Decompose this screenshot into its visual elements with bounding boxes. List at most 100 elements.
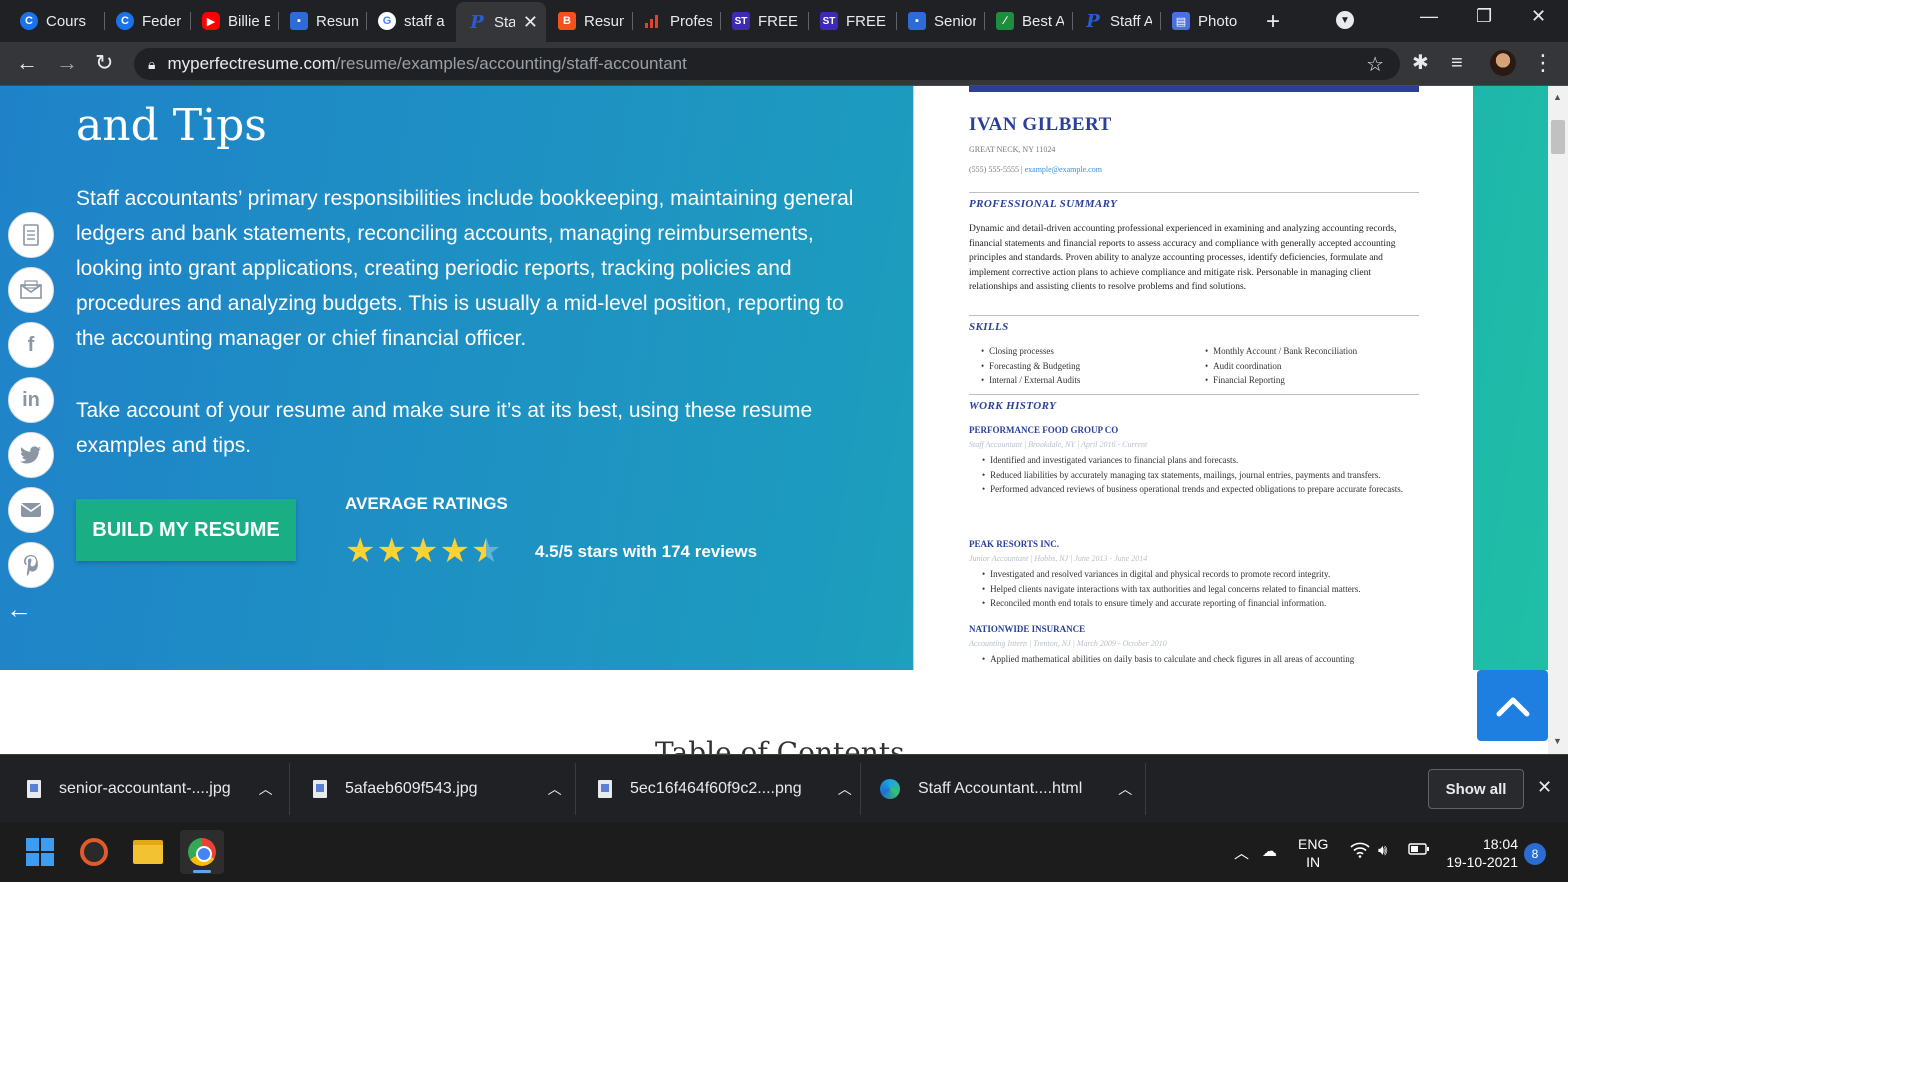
section-heading-summary: PROFESSIONAL SUMMARY — [969, 198, 1118, 210]
bookmark-star-icon[interactable]: ☆ — [1366, 52, 1384, 77]
resume-icon[interactable] — [8, 212, 54, 258]
menu-kebab-icon[interactable]: ⋮ — [1532, 51, 1554, 75]
download-item[interactable]: Staff Accountant....html ︿ — [880, 755, 1132, 823]
system-clock[interactable]: 18:04 19-10-2021 — [1444, 835, 1518, 871]
browser-tab[interactable]: ▪ Senior — [896, 6, 984, 36]
chevron-up-icon[interactable]: ︿ — [259, 779, 273, 799]
build-my-resume-button[interactable]: BUILD MY RESUME — [76, 499, 296, 561]
chevron-up-icon[interactable]: ︿ — [1118, 779, 1132, 799]
resume-top-bar — [969, 86, 1419, 92]
close-download-bar-icon[interactable]: ✕ — [1537, 777, 1552, 798]
linkedin-icon[interactable]: in — [8, 377, 54, 423]
browser-tab[interactable]: G staff a — [366, 6, 454, 36]
region-code: IN — [1306, 854, 1321, 870]
chevron-up-icon[interactable]: ︿ — [548, 779, 562, 799]
profile-avatar[interactable] — [1490, 50, 1516, 76]
tab-title: staff a — [404, 12, 445, 30]
browser-tab[interactable]: ST FREE — [808, 6, 896, 36]
show-all-button[interactable]: Show all — [1428, 769, 1524, 809]
resume-phone: (555) 555-5555 | — [969, 165, 1025, 174]
media-player-app[interactable] — [72, 830, 116, 874]
chrome-app[interactable] — [180, 830, 224, 874]
chrome-icon — [188, 838, 216, 866]
extensions-icon[interactable]: ✱ — [1412, 51, 1429, 75]
scroll-down-icon[interactable]: ▼ — [1553, 736, 1562, 746]
battery-icon[interactable] — [1408, 842, 1430, 860]
p-logo-icon: P — [470, 11, 484, 33]
browser-tab-active[interactable]: P Sta ✕ — [456, 2, 546, 42]
wifi-icon[interactable] — [1350, 842, 1370, 862]
browser-tab[interactable]: ∕ Best A — [984, 6, 1072, 36]
download-item[interactable]: 5afaeb609f543.jpg ︿ — [313, 755, 562, 823]
scroll-thumb[interactable] — [1551, 120, 1565, 154]
twitter-icon[interactable] — [8, 432, 54, 478]
page-scrollbar[interactable]: ▲ ▼ — [1548, 86, 1568, 754]
forward-icon[interactable]: → — [56, 51, 78, 75]
rating-stars: ★ ★ ★ ★ ★ — [345, 532, 501, 570]
language-code: ENG — [1298, 836, 1329, 852]
browser-tab[interactable]: Profes — [632, 6, 720, 36]
image-file-icon — [313, 780, 327, 798]
image-file-icon — [27, 780, 41, 798]
reload-icon[interactable]: ↻ — [95, 51, 113, 75]
browser-tab[interactable]: P Staff A — [1072, 6, 1160, 36]
lock-icon[interactable]: 🔒︎ — [148, 56, 155, 73]
minimize-icon[interactable]: — — [1420, 6, 1438, 27]
browser-tab[interactable]: C Cours — [8, 6, 104, 36]
download-filename: 5ec16f464f60f9c2....png — [630, 780, 802, 797]
close-tab-icon[interactable]: ✕ — [523, 12, 538, 33]
resume-name: IVAN GILBERT — [969, 114, 1112, 135]
doc-blue-icon: ▤ — [1172, 12, 1190, 30]
volume-icon[interactable]: 🔊︎ — [1378, 842, 1387, 859]
star-icon: ★ — [345, 532, 376, 570]
job-company: PERFORMANCE FOOD GROUP CO — [969, 425, 1119, 435]
download-filename: senior-accountant-....jpg — [59, 780, 231, 797]
browser-tab[interactable]: ST FREE — [720, 6, 808, 36]
email-icon[interactable] — [8, 487, 54, 533]
ratings-heading: AVERAGE RATINGS — [345, 494, 508, 513]
onedrive-cloud-icon[interactable]: ☁ — [1262, 842, 1277, 860]
chevron-up-icon[interactable]: ︿ — [838, 779, 852, 799]
tab-title: FREE — [846, 12, 887, 30]
tab-title: Staff A — [1110, 12, 1152, 30]
tab-search-icon[interactable]: ▼ — [1336, 11, 1354, 29]
back-icon[interactable]: ← — [16, 51, 38, 75]
media-control-icon[interactable]: ≡ — [1451, 51, 1463, 75]
browser-tab[interactable]: B Resum — [546, 6, 632, 36]
tab-title: Feder — [142, 12, 182, 30]
download-item[interactable]: 5ec16f464f60f9c2....png ︿ — [598, 755, 852, 823]
star-icon: ★ — [376, 532, 407, 570]
show-hidden-icons-icon[interactable]: ︿ — [1234, 842, 1249, 863]
job-bullet: Reconciled month end totals to ensure ti… — [981, 596, 1411, 611]
hero-paragraph-2: Take account of your resume and make sur… — [76, 399, 813, 457]
address-bar[interactable]: 🔒︎ myperfectresume.com/resume/examples/a… — [134, 48, 1400, 80]
pinterest-icon[interactable] — [8, 542, 54, 588]
close-window-icon[interactable]: ✕ — [1531, 6, 1546, 27]
new-tab-icon[interactable]: + — [1266, 8, 1280, 36]
start-button[interactable] — [18, 830, 62, 874]
browser-tab[interactable]: ▪ Resum — [278, 6, 366, 36]
download-item[interactable]: senior-accountant-....jpg ︿ — [27, 755, 273, 823]
tab-title: FREE — [758, 12, 799, 30]
scroll-up-icon[interactable]: ▲ — [1553, 92, 1562, 102]
browser-tab[interactable]: ▤ Photo — [1160, 6, 1248, 36]
download-filename: 5afaeb609f543.jpg — [345, 780, 478, 797]
mail-envelope-icon[interactable] — [8, 267, 54, 313]
tab-title: Best A — [1022, 12, 1064, 30]
resume-preview[interactable]: IVAN GILBERT GREAT NECK, NY 11024 (555) … — [913, 86, 1473, 670]
restore-icon[interactable]: ❐ — [1476, 6, 1492, 27]
file-explorer-app[interactable] — [126, 830, 170, 874]
st-icon: ST — [732, 12, 750, 30]
browser-tab[interactable]: C Feder — [104, 6, 190, 36]
scroll-to-top-button[interactable] — [1477, 670, 1548, 741]
collapse-arrow-icon[interactable]: ← — [6, 594, 32, 625]
rating-summary: 4.5/5 stars with 174 reviews — [535, 542, 758, 561]
windows-logo-icon — [26, 838, 54, 866]
c-blue-icon: C — [20, 12, 38, 30]
language-indicator[interactable]: ENG IN — [1298, 835, 1328, 871]
notification-badge[interactable]: 8 — [1524, 843, 1546, 865]
facebook-icon[interactable]: f — [8, 322, 54, 368]
browser-tab[interactable]: ▶ Billie E — [190, 6, 278, 36]
resume-summary: Dynamic and detail-driven accounting pro… — [969, 224, 1397, 293]
edge-icon — [880, 779, 900, 799]
